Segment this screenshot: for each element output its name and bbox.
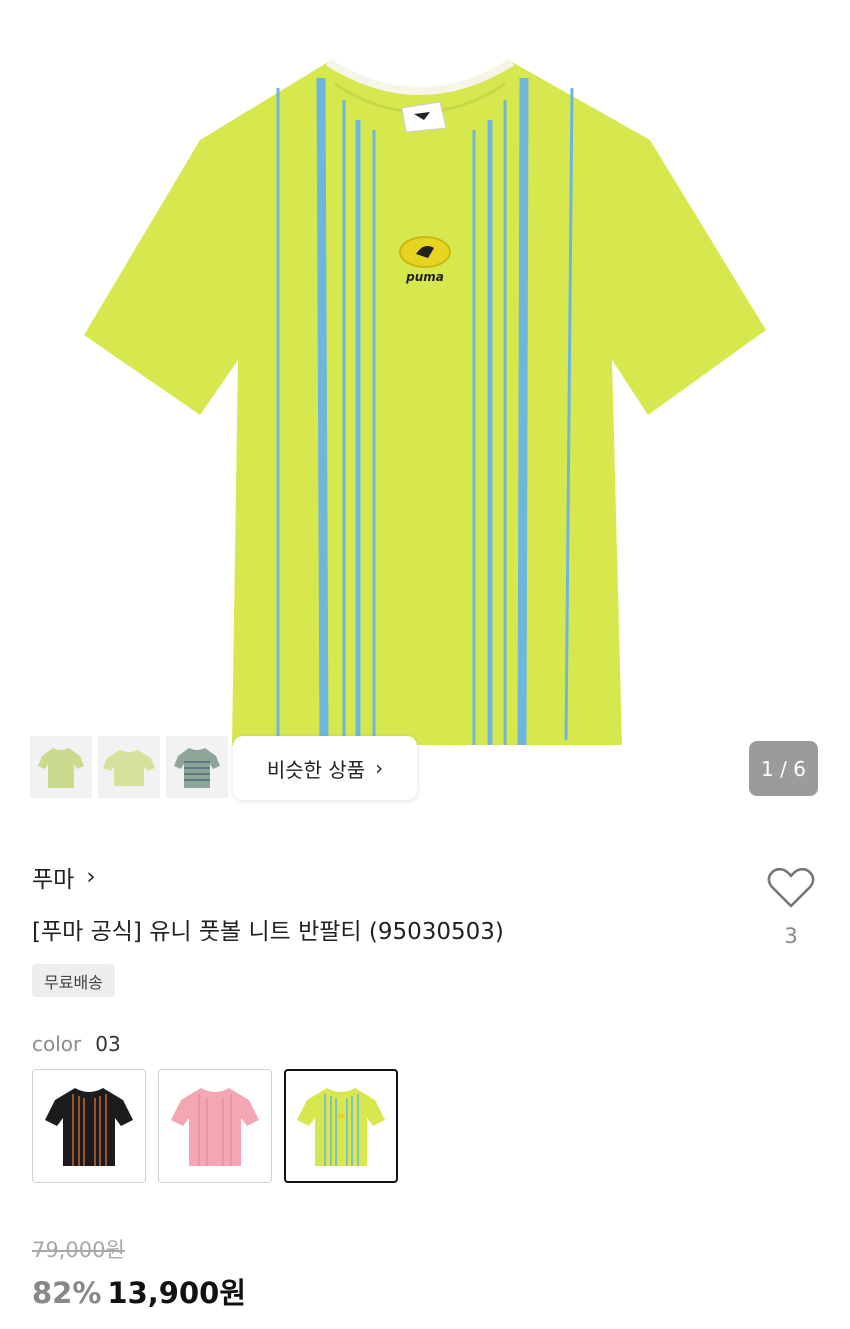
- price-row: 82% 13,900원: [32, 1270, 246, 1312]
- free-shipping-badge: 무료배송: [32, 964, 115, 997]
- like-count: 3: [784, 924, 798, 948]
- product-title: [푸마 공식] 유니 풋볼 니트 반팔티 (95030503): [32, 919, 504, 945]
- svg-text:puma: puma: [405, 270, 444, 284]
- tshirt-illustration: puma: [84, 58, 766, 746]
- color-value: 03: [95, 1032, 121, 1056]
- similar-thumbnails: [30, 736, 228, 798]
- heart-icon: [767, 867, 815, 908]
- color-selector-label: color 03: [32, 1032, 121, 1056]
- product-image[interactable]: puma: [0, 0, 850, 810]
- thumbnail-1[interactable]: [30, 736, 92, 798]
- similar-products-button[interactable]: 비슷한 상품 ›: [233, 736, 417, 800]
- color-swatches: [32, 1069, 398, 1183]
- color-option-pink[interactable]: [158, 1069, 272, 1183]
- thumbnail-3[interactable]: [166, 736, 228, 798]
- tshirt-pink-icon: [171, 1088, 259, 1166]
- tshirt-lime-icon: [297, 1088, 385, 1166]
- original-price: 79,000원: [32, 1238, 125, 1262]
- tshirt-icon: [103, 750, 155, 786]
- chevron-right-icon: ›: [375, 756, 384, 780]
- brand-link[interactable]: 푸마 ›: [32, 860, 96, 894]
- tshirt-icon: [38, 748, 84, 788]
- chevron-right-icon: ›: [86, 864, 96, 890]
- sale-price: 13,900원: [107, 1276, 247, 1310]
- tshirt-black-icon: [45, 1088, 133, 1166]
- discount-rate: 82%: [32, 1276, 102, 1310]
- thumbnail-2[interactable]: [98, 736, 160, 798]
- similar-products-label: 비슷한 상품: [266, 757, 366, 782]
- color-option-black[interactable]: [32, 1069, 146, 1183]
- striped-tshirt-icon: [174, 748, 220, 788]
- image-counter: 1 / 6: [749, 741, 818, 796]
- brand-name: 푸마: [32, 867, 75, 893]
- like-button[interactable]: 3: [764, 866, 818, 948]
- color-label: color: [32, 1032, 82, 1056]
- color-option-lime[interactable]: [284, 1069, 398, 1183]
